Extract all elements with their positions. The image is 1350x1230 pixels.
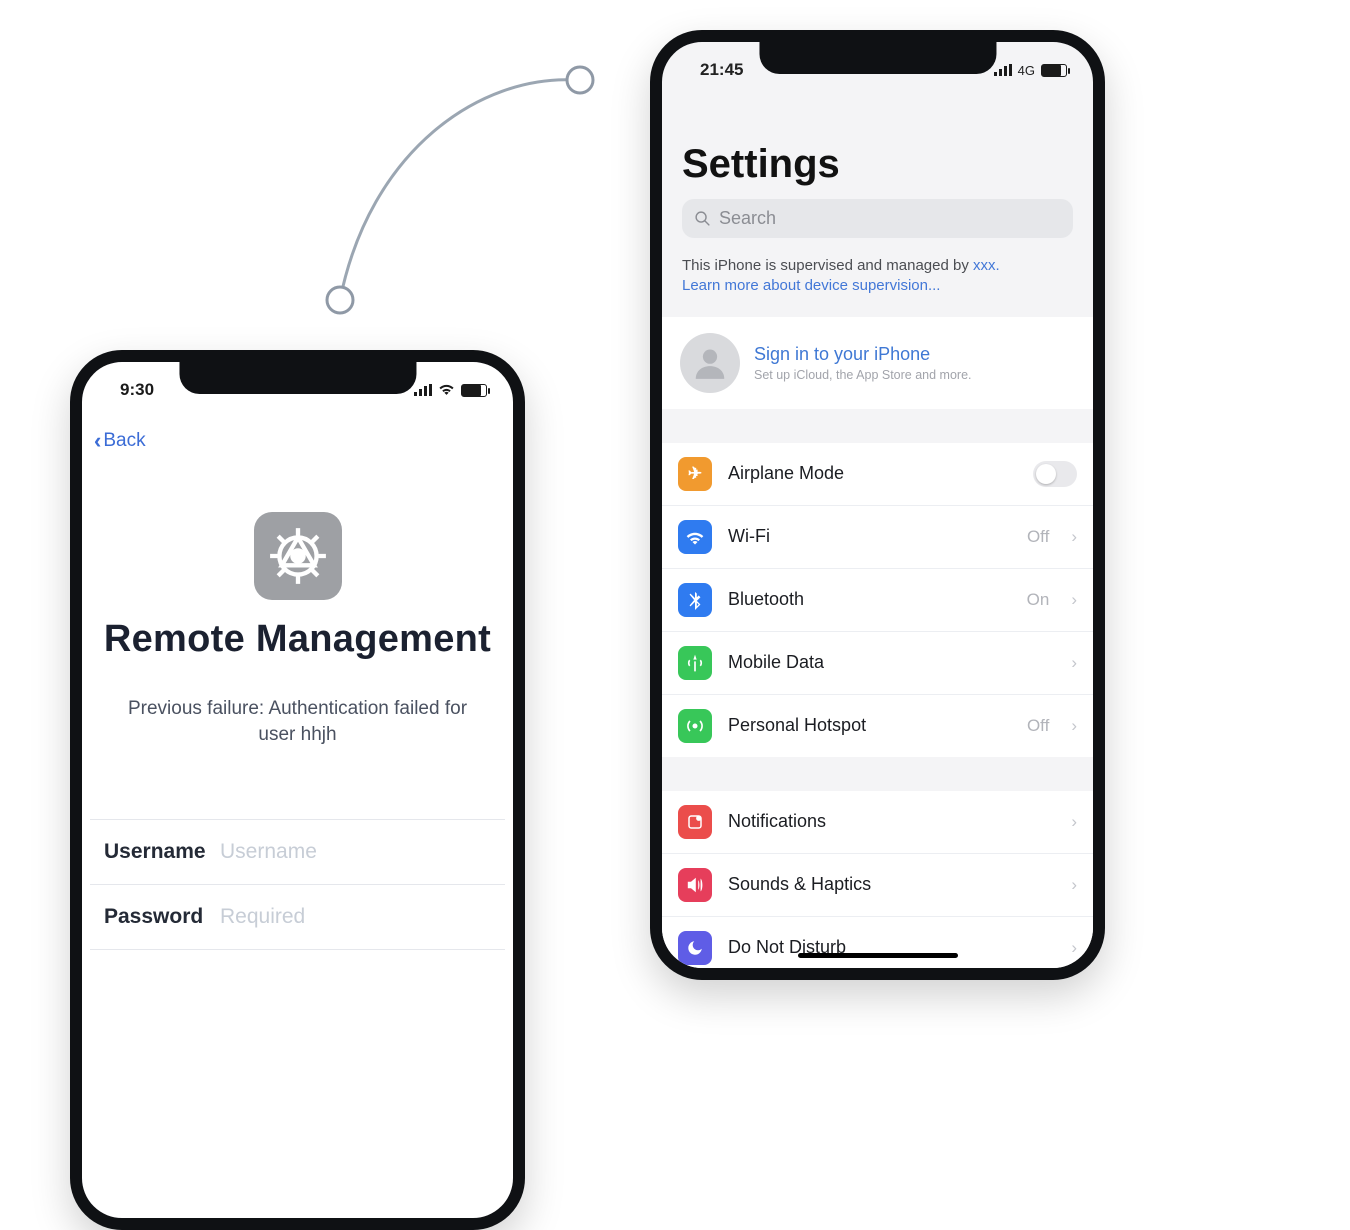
notifications-icon — [678, 805, 712, 839]
row-bluetooth[interactable]: Bluetooth On › — [662, 568, 1093, 631]
username-label: Username — [104, 840, 220, 864]
sounds-icon — [678, 868, 712, 902]
search-input[interactable]: Search — [682, 199, 1073, 238]
phone-remote-management: 9:30 ‹ Back Remote Management Previou — [70, 350, 525, 1230]
device-notch — [759, 40, 996, 74]
status-icons — [414, 382, 487, 399]
airplane-icon: ✈ — [678, 457, 712, 491]
row-notifications[interactable]: Notifications › — [662, 791, 1093, 853]
row-mobiledata[interactable]: Mobile Data › — [662, 631, 1093, 694]
sign-in-title: Sign in to your iPhone — [754, 344, 972, 365]
chevron-right-icon: › — [1071, 875, 1077, 895]
chevron-right-icon: › — [1071, 527, 1077, 547]
flow-connector — [310, 55, 620, 335]
sign-in-row[interactable]: Sign in to your iPhone Set up iCloud, th… — [662, 317, 1093, 409]
moon-icon — [678, 931, 712, 965]
status-time: 21:45 — [700, 60, 743, 80]
username-input[interactable] — [220, 840, 491, 864]
row-sounds[interactable]: Sounds & Haptics › — [662, 853, 1093, 916]
username-row[interactable]: Username — [90, 819, 505, 884]
battery-icon — [461, 384, 487, 397]
status-time: 9:30 — [120, 380, 154, 400]
back-label: Back — [103, 430, 145, 452]
row-dnd[interactable]: Do Not Disturb › — [662, 916, 1093, 979]
avatar-icon — [680, 333, 740, 393]
error-message: Previous failure: Authentication failed … — [108, 696, 487, 749]
chevron-right-icon: › — [1071, 938, 1077, 958]
gear-icon — [254, 512, 342, 600]
password-label: Password — [104, 905, 220, 929]
device-notch — [179, 360, 416, 394]
row-screentime[interactable]: Screen Time › — [662, 979, 1093, 981]
supervision-learn-link[interactable]: Learn more about device supervision... — [682, 277, 940, 294]
chevron-left-icon: ‹ — [94, 428, 101, 454]
row-airplane[interactable]: ✈ Airplane Mode — [662, 443, 1093, 505]
battery-icon — [1041, 64, 1067, 77]
supervision-note: This iPhone is supervised and managed by… — [662, 252, 1093, 299]
back-button[interactable]: ‹ Back — [94, 428, 146, 454]
search-icon — [694, 210, 711, 227]
signal-icon — [414, 384, 432, 396]
search-placeholder: Search — [719, 208, 776, 229]
supervision-org-link[interactable]: xxx. — [973, 257, 1000, 274]
page-title: Remote Management — [90, 618, 505, 662]
network-label: 4G — [1018, 63, 1035, 78]
chevron-right-icon: › — [1071, 716, 1077, 736]
status-icons: 4G — [994, 63, 1067, 78]
phone-settings: 21:45 4G Settings Search This iPhone is … — [650, 30, 1105, 980]
bluetooth-icon — [678, 583, 712, 617]
wifi-icon — [678, 520, 712, 554]
signal-icon — [994, 64, 1012, 76]
chevron-right-icon: › — [1071, 812, 1077, 832]
airplane-switch[interactable] — [1033, 461, 1077, 487]
row-hotspot[interactable]: Personal Hotspot Off › — [662, 694, 1093, 757]
wifi-icon — [438, 382, 455, 399]
chevron-right-icon: › — [1071, 653, 1077, 673]
password-input[interactable] — [220, 905, 491, 929]
settings-title: Settings — [662, 86, 1093, 187]
home-indicator[interactable] — [798, 953, 958, 958]
chevron-right-icon: › — [1071, 590, 1077, 610]
antenna-icon — [678, 646, 712, 680]
sign-in-subtitle: Set up iCloud, the App Store and more. — [754, 368, 972, 382]
password-row[interactable]: Password — [90, 884, 505, 950]
hotspot-icon — [678, 709, 712, 743]
row-wifi[interactable]: Wi-Fi Off › — [662, 505, 1093, 568]
